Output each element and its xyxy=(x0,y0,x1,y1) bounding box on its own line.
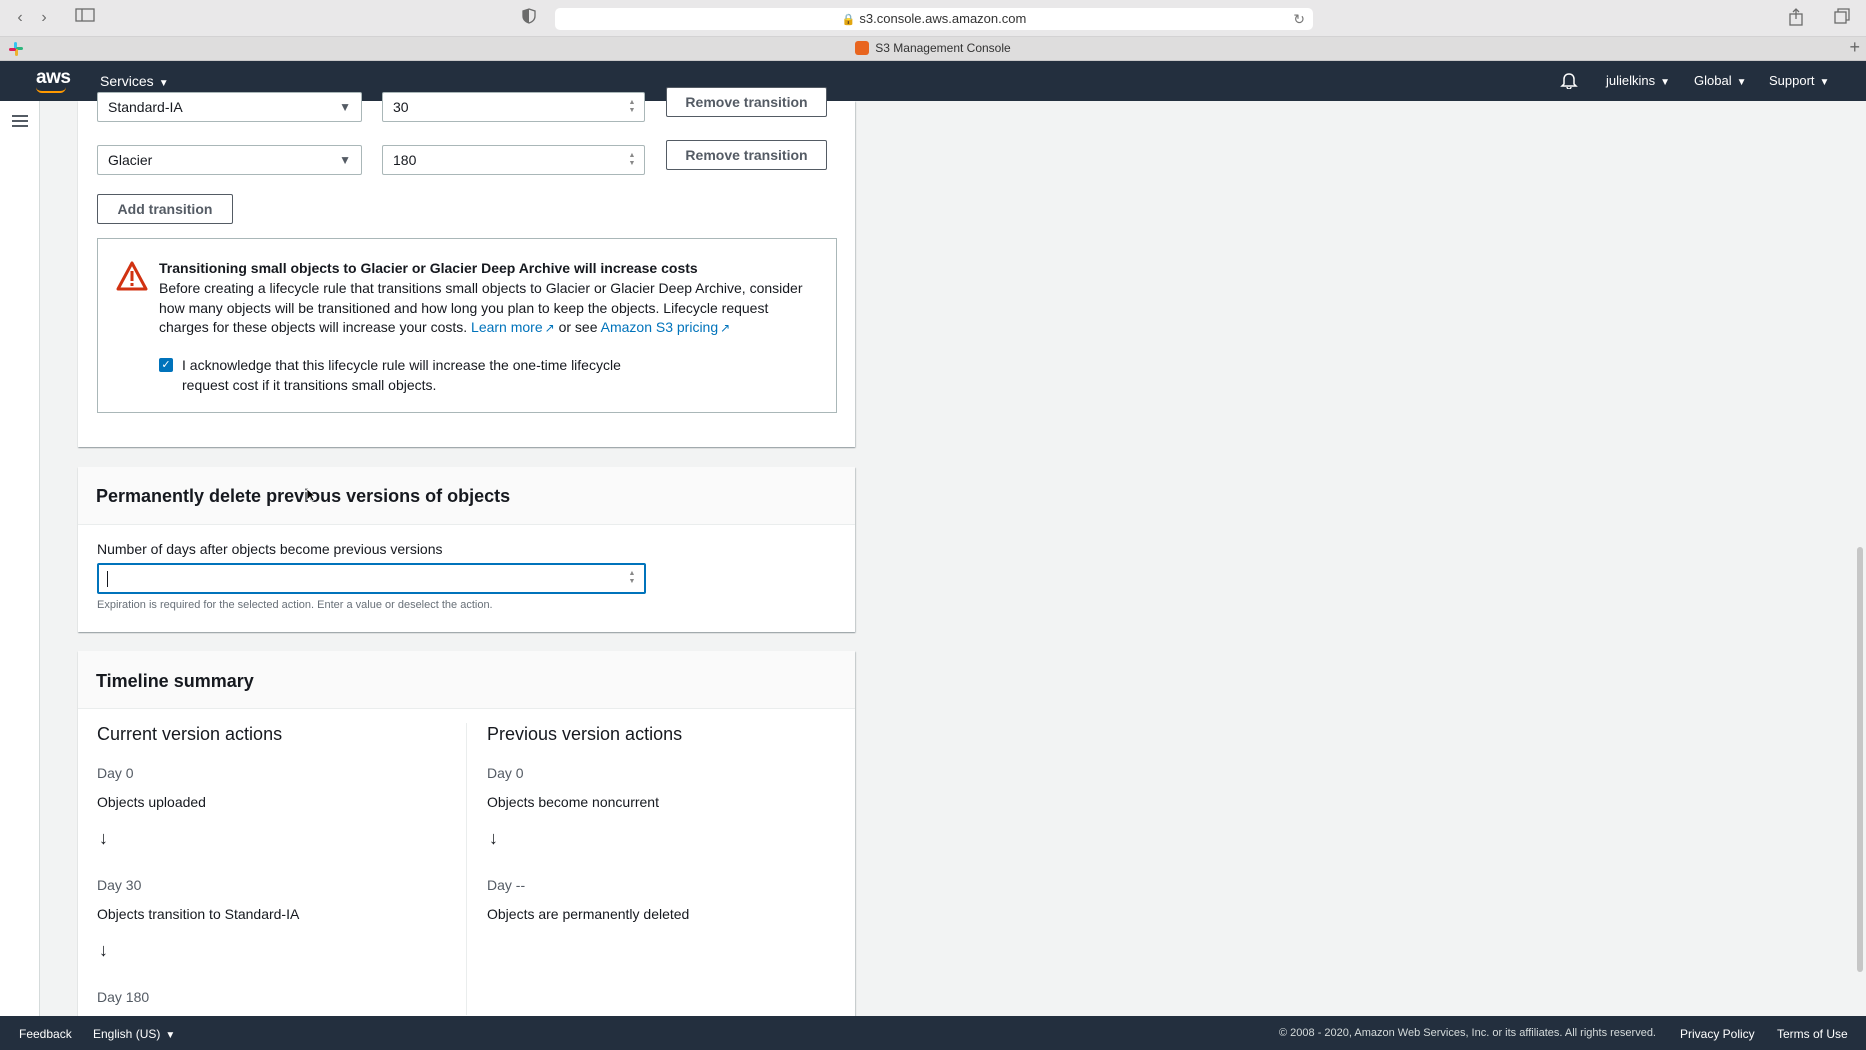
region-label: Global xyxy=(1694,73,1732,88)
alert-body: Before creating a lifecycle rule that tr… xyxy=(159,279,819,339)
tabs-overview-icon[interactable] xyxy=(1832,8,1852,28)
validation-hint: Expiration is required for the selected … xyxy=(97,599,493,611)
caret-down-icon: ▼ xyxy=(1660,77,1671,88)
back-icon[interactable]: ‹ xyxy=(12,8,28,28)
share-icon[interactable] xyxy=(1786,8,1806,28)
browser-toolbar: ‹ › 🔒 s3.console.aws.amazon.com ↻ xyxy=(0,0,1866,37)
forward-icon[interactable]: › xyxy=(36,8,52,28)
hamburger-menu-icon[interactable] xyxy=(12,115,28,127)
current-day-180: Day 180 xyxy=(97,989,150,1005)
remove-transition-button-2[interactable]: Remove transition xyxy=(666,140,827,170)
spinner-icon[interactable]: ▲ ▼ xyxy=(628,570,636,586)
services-label: Services xyxy=(100,73,154,89)
timeline-header: Timeline summary xyxy=(78,651,855,709)
timeline-title: Timeline summary xyxy=(96,671,254,691)
transition-days-input-2[interactable]: 180 ▲ ▼ xyxy=(382,145,645,175)
arrow-down-icon: ↓ xyxy=(99,828,108,848)
previous-event-delete: Objects are permanently deleted xyxy=(487,906,690,922)
acknowledge-label[interactable]: I acknowledge that this lifecycle rule w… xyxy=(182,356,642,395)
support-menu[interactable]: Support ▼ xyxy=(1769,73,1829,88)
previous-day-0: Day 0 xyxy=(487,765,524,781)
current-event-0: Objects uploaded xyxy=(97,794,206,810)
permanent-delete-header: Permanently delete previous versions of … xyxy=(78,467,855,525)
reload-icon[interactable]: ↻ xyxy=(1293,8,1305,30)
bell-icon[interactable] xyxy=(1560,71,1578,89)
or-see-text: or see xyxy=(558,319,598,335)
language-selector[interactable]: English (US) ▼ xyxy=(93,1027,175,1041)
sidebar-toggle-icon[interactable] xyxy=(74,8,96,28)
alert-title: Transitioning small objects to Glacier o… xyxy=(159,260,698,276)
current-day-0: Day 0 xyxy=(97,765,134,781)
console-footer: Feedback English (US) ▼ © 2008 - 2020, Am… xyxy=(0,1016,1866,1050)
aws-smile-icon xyxy=(36,87,66,93)
language-label: English (US) xyxy=(93,1027,161,1041)
transition-days-value-1: 30 xyxy=(393,99,409,115)
noncurrent-days-input[interactable]: ▲ ▼ xyxy=(97,563,646,594)
previous-event-0: Objects become noncurrent xyxy=(487,794,659,810)
account-name: julielkins xyxy=(1606,73,1656,88)
s3-favicon-icon xyxy=(855,41,870,55)
tab-title: S3 Management Console xyxy=(875,41,1011,55)
tab-strip: S3 Management Console + xyxy=(0,37,1866,61)
feedback-link[interactable]: Feedback xyxy=(19,1027,72,1041)
previous-day-delete: Day -- xyxy=(487,877,526,893)
storage-class-value-1: Standard-IA xyxy=(108,99,183,115)
page-scrollbar[interactable] xyxy=(1857,547,1863,972)
privacy-shield-icon[interactable] xyxy=(520,8,538,28)
current-day-30: Day 30 xyxy=(97,877,142,893)
caret-down-icon: ▼ xyxy=(158,78,169,89)
current-event-30: Objects transition to Standard-IA xyxy=(97,906,300,922)
address-bar[interactable]: 🔒 s3.console.aws.amazon.com ↻ xyxy=(555,8,1313,30)
aws-logo[interactable]: aws xyxy=(36,67,71,89)
region-menu[interactable]: Global ▼ xyxy=(1694,73,1746,88)
current-actions-title: Current version actions xyxy=(97,724,283,744)
permanent-delete-title: Permanently delete previous versions of … xyxy=(96,486,511,506)
services-menu[interactable]: Services ▼ xyxy=(100,73,169,89)
transition-days-input-1[interactable]: 30 ▲ ▼ xyxy=(382,92,645,122)
mouse-cursor-icon xyxy=(306,488,316,502)
acknowledge-checkbox[interactable]: ✓ xyxy=(159,358,173,372)
warning-icon xyxy=(116,261,148,291)
storage-class-select-2[interactable]: Glacier ▼ xyxy=(97,145,362,175)
external-link-icon: ↗ xyxy=(544,321,555,335)
previous-actions-title: Previous version actions xyxy=(487,724,683,744)
external-link-icon: ↗ xyxy=(720,321,731,335)
dropdown-caret-icon: ▼ xyxy=(339,153,351,167)
transition-days-value-2: 180 xyxy=(393,152,417,168)
storage-class-value-2: Glacier xyxy=(108,152,153,168)
text-caret xyxy=(107,571,108,587)
url-text: s3.console.aws.amazon.com xyxy=(859,11,1027,26)
left-navigation-rail xyxy=(0,101,40,1016)
active-tab[interactable]: S3 Management Console xyxy=(0,41,1866,55)
spinner-icon[interactable]: ▲ ▼ xyxy=(628,99,636,115)
lock-icon: 🔒 xyxy=(841,14,856,26)
caret-down-icon: ▼ xyxy=(1736,77,1747,88)
storage-class-select-1[interactable]: Standard-IA ▼ xyxy=(97,92,362,122)
support-label: Support xyxy=(1769,73,1815,88)
new-tab-icon[interactable]: + xyxy=(1849,37,1860,58)
timeline-column-divider xyxy=(466,723,467,1015)
days-field-label: Number of days after objects become prev… xyxy=(97,541,443,557)
arrow-down-icon: ↓ xyxy=(99,940,108,960)
terms-of-use-link[interactable]: Terms of Use xyxy=(1777,1027,1848,1041)
learn-more-link[interactable]: Learn more xyxy=(471,319,543,335)
privacy-policy-link[interactable]: Privacy Policy xyxy=(1680,1027,1755,1041)
account-menu[interactable]: julielkins ▼ xyxy=(1606,73,1670,88)
s3-pricing-link[interactable]: Amazon S3 pricing xyxy=(601,319,719,335)
caret-down-icon: ▼ xyxy=(1819,77,1830,88)
remove-transition-button-1[interactable]: Remove transition xyxy=(666,87,827,117)
dropdown-caret-icon: ▼ xyxy=(339,100,351,114)
copyright-text: © 2008 - 2020, Amazon Web Services, Inc.… xyxy=(1279,1027,1656,1039)
spinner-icon[interactable]: ▲ ▼ xyxy=(628,152,636,168)
arrow-down-icon: ↓ xyxy=(489,828,498,848)
cost-warning-alert: Transitioning small objects to Glacier o… xyxy=(97,238,837,413)
caret-down-icon: ▼ xyxy=(165,1030,176,1041)
add-transition-button[interactable]: Add transition xyxy=(97,194,233,224)
